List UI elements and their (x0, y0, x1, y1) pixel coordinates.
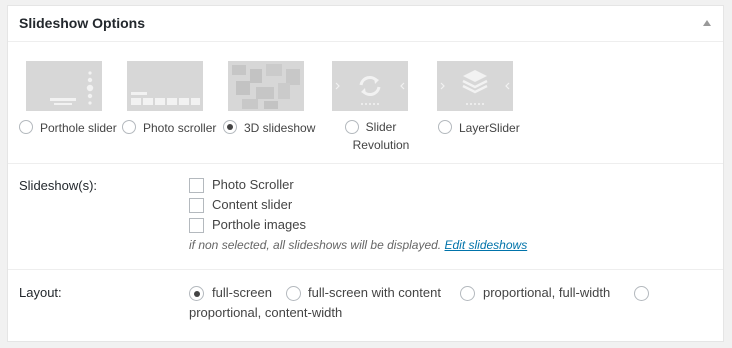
porthole-preview-icon (26, 61, 102, 111)
photo-scroller-thumbnail[interactable] (127, 61, 203, 111)
layout-full-screen-radio[interactable] (189, 286, 204, 301)
layout-row-label: Layout: (19, 285, 62, 300)
photo-scroller-radio[interactable] (122, 120, 136, 134)
3d-slideshow-radio[interactable] (223, 120, 237, 134)
photo-scroller-checkbox[interactable] (189, 178, 204, 193)
porthole-slider-label: Porthole slider (40, 121, 117, 135)
slideshows-row-label: Slideshow(s): (19, 178, 98, 193)
slideshows-hint-text: if non selected, all slideshows will be … (189, 238, 442, 252)
collapse-arrow-icon[interactable] (703, 20, 711, 26)
3d-slideshow-label: 3D slideshow (244, 121, 316, 135)
photo-scroller-checkbox-label: Photo Scroller (212, 177, 294, 192)
layout-proportional-full-width-label: proportional, full-width (483, 285, 611, 300)
photo-scroller-label: Photo scroller (143, 121, 217, 135)
slider-revolution-label: Slider Revolution (352, 120, 410, 152)
layerslider-label: LayerSlider (459, 121, 520, 135)
layout-full-screen-label: full-screen (212, 285, 272, 300)
porthole-slider-radio[interactable] (19, 120, 33, 134)
layout-proportional-full-width-radio[interactable] (460, 286, 475, 301)
panel-title: Slideshow Options (19, 15, 146, 31)
slideshow-type-picker: Porthole slider Photo scroller 3D slides… (8, 42, 723, 164)
slideshow-options-panel: Slideshow Options Porthole slider Photo … (7, 5, 724, 342)
edit-slideshows-link[interactable]: Edit slideshows (444, 238, 527, 252)
layerslider-preview-icon (437, 61, 513, 111)
layout-full-screen-with-content-radio[interactable] (286, 286, 301, 301)
layerslider-radio[interactable] (438, 120, 452, 134)
slideshows-hint: if non selected, all slideshows will be … (189, 238, 527, 252)
content-slider-checkbox[interactable] (189, 198, 204, 213)
content-slider-checkbox-label: Content slider (212, 197, 293, 212)
porthole-images-checkbox[interactable] (189, 218, 204, 233)
layout-full-screen-with-content-label: full-screen with content (308, 285, 441, 300)
3d-slideshow-thumbnail[interactable] (228, 61, 304, 111)
porthole-thumbnail[interactable] (26, 61, 102, 111)
panel-header: Slideshow Options (8, 6, 723, 42)
slider-revolution-thumbnail[interactable] (332, 61, 408, 111)
layerslider-thumbnail[interactable] (437, 61, 513, 111)
3d-slideshow-preview-icon (228, 61, 304, 111)
layout-proportional-content-width-radio[interactable] (634, 286, 649, 301)
slider-revolution-preview-icon (332, 61, 408, 111)
layout-proportional-content-width-label: proportional, content-width (189, 305, 343, 320)
divider (8, 269, 723, 270)
photo-scroller-preview-icon (127, 61, 203, 111)
porthole-images-checkbox-label: Porthole images (212, 217, 306, 232)
